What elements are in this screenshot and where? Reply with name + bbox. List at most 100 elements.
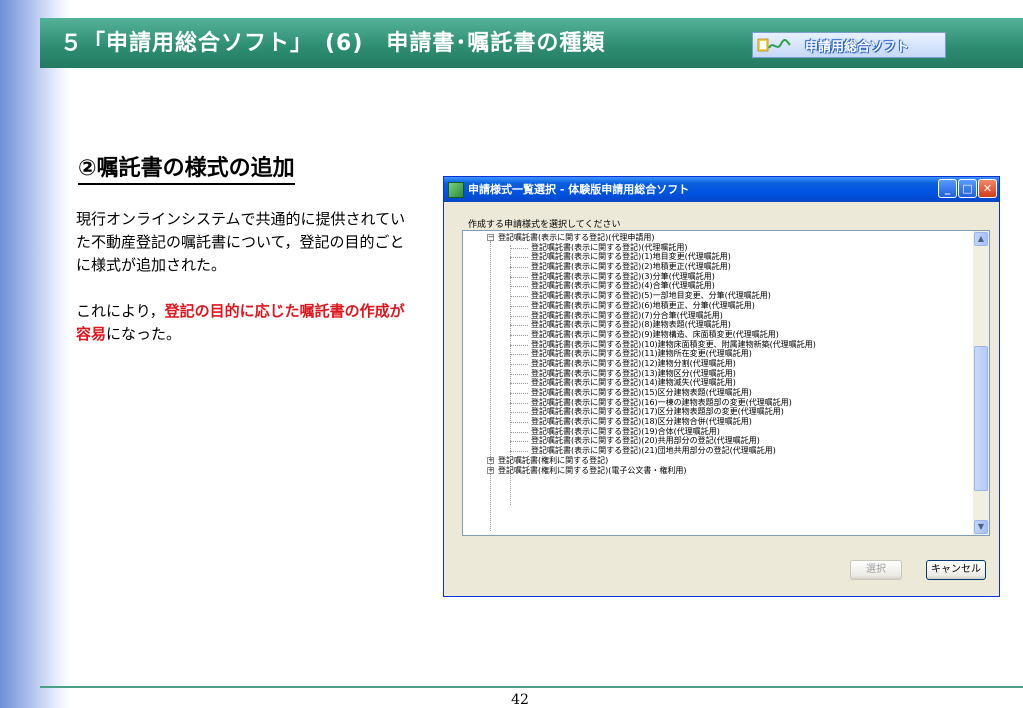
tree-item[interactable]: 登記嘱託書(表示に関する登記)(18)区分建物合併(代理嘱託用)	[463, 417, 973, 427]
scroll-thumb[interactable]	[974, 346, 988, 491]
tree-item[interactable]: 登記嘱託書(表示に関する登記)(12)建物分割(代理嘱託用)	[463, 359, 973, 369]
tree-item[interactable]: 登記嘱託書(表示に関する登記)(15)区分建物表題(代理嘱託用)	[463, 388, 973, 398]
tree-branch-line	[510, 257, 528, 259]
close-button[interactable]: ✕	[978, 179, 997, 198]
tree-branch-line	[510, 315, 528, 317]
slide-title: ５「申請用総合ソフト」 (6) 申請書･嘱託書の種類	[60, 31, 606, 56]
tree-item[interactable]: − 登記嘱託書(表示に関する登記)(代理申請用)	[463, 233, 973, 243]
form-tree-list: − 登記嘱託書(表示に関する登記)(代理申請用) 登記嘱託書(表示に関する登記)(代…	[463, 233, 973, 531]
tree-item-label: 登記嘱託書(表示に関する登記)(4)合筆(代理嘱託用)	[531, 281, 715, 291]
tree-item-label: 登記嘱託書(表示に関する登記)(16)一棟の建物表題部の変更(代理嘱託用)	[531, 397, 792, 407]
scroll-down-button[interactable]: ▼	[974, 520, 988, 534]
cancel-button[interactable]: キャンセル	[926, 560, 986, 580]
tree-item-label: 登記嘱託書(表示に関する登記)(17)区分建物表題部の変更(代理嘱託用)	[531, 407, 784, 417]
tree-branch-line	[510, 247, 528, 249]
tree-branch-line	[510, 422, 528, 424]
tree-branch-line	[510, 451, 528, 453]
tree-item-label: 登記嘱託書(表示に関する登記)(18)区分建物合併(代理嘱託用)	[531, 417, 752, 427]
tree-item[interactable]: 登記嘱託書(表示に関する登記)(19)合体(代理嘱託用)	[463, 427, 973, 437]
scroll-up-button[interactable]: ▲	[974, 232, 988, 246]
dialog-title: 申請様式一覧選択 - 体験版申請用総合ソフト	[468, 183, 690, 196]
tree-item[interactable]: 登記嘱託書(表示に関する登記)(16)一棟の建物表題部の変更(代理嘱託用)	[463, 398, 973, 408]
collapse-toggle-icon[interactable]: −	[487, 234, 494, 241]
tree-item[interactable]: 登記嘱託書(表示に関する登記)(1)地目変更(代理嘱託用)	[463, 252, 973, 262]
dialog-prompt: 作成する申請様式を選択してください	[468, 220, 621, 230]
tree-item-label: 登記嘱託書(表示に関する登記)(3)分筆(代理嘱託用)	[531, 271, 715, 281]
dialog-titlebar[interactable]: 申請様式一覧選択 - 体験版申請用総合ソフト _ □ ✕	[444, 177, 999, 202]
tree-item-label: 登記嘱託書(表示に関する登記)(5)一部地目変更、分筆(代理嘱託用)	[531, 291, 771, 301]
tree-item-label: 登記嘱託書(表示に関する登記)(8)建物表題(代理嘱託用)	[531, 320, 731, 330]
tree-item[interactable]: 登記嘱託書(表示に関する登記)(9)建物構造、床面積変更(代理嘱託用)	[463, 330, 973, 340]
logo-text: 申請用総合ソフト	[805, 40, 910, 55]
expand-toggle-icon[interactable]: +	[487, 456, 494, 464]
tree-item[interactable]: 登記嘱託書(表示に関する登記)(8)建物表題(代理嘱託用)	[463, 320, 973, 330]
tree-branch-line	[510, 354, 528, 356]
section-heading: ②嘱託書の様式の追加	[78, 150, 295, 185]
tree-item[interactable]: 登記嘱託書(表示に関する登記)(20)共用部分の登記(代理嘱託用)	[463, 436, 973, 446]
form-selection-dialog: 申請様式一覧選択 - 体験版申請用総合ソフト _ □ ✕ 作成する申請様式を選択…	[443, 176, 1000, 597]
tree-item-label: 登記嘱託書(表示に関する登記)(20)共用部分の登記(代理嘱託用)	[531, 436, 760, 446]
tree-branch-line	[510, 402, 528, 404]
app-icon	[448, 182, 464, 198]
tree-branch-line	[510, 267, 528, 269]
tree-branch-line	[510, 412, 528, 414]
maximize-button[interactable]: □	[958, 179, 977, 198]
tree-item[interactable]: 登記嘱託書(表示に関する登記)(13)建物区分(代理嘱託用)	[463, 369, 973, 379]
tree-branch-line	[510, 431, 528, 433]
tree-item-label: 登記嘱託書(表示に関する登記)(19)合体(代理嘱託用)	[531, 426, 720, 436]
tree-branch-line	[510, 325, 528, 327]
tree-item-label: 登記嘱託書(表示に関する登記)(15)区分建物表題(代理嘱託用)	[531, 388, 752, 397]
app-logo: 申請用総合ソフト	[752, 32, 946, 58]
tree-item-label: 登記嘱託書(表示に関する登記)(12)建物分割(代理嘱託用)	[531, 358, 736, 368]
tree-item[interactable]: 登記嘱託書(表示に関する登記)(4)合筆(代理嘱託用)	[463, 281, 973, 291]
tree-item[interactable]: 登記嘱託書(表示に関する登記)(2)地積更正(代理嘱託用)	[463, 262, 973, 272]
tree-item-label: 登記嘱託書(表示に関する登記)(10)建物床面積変更、附属建物新築(代理嘱託用)	[531, 339, 816, 349]
select-button[interactable]: 選択	[850, 560, 902, 580]
tree-branch-line	[510, 276, 528, 278]
tree-item-label: 登記嘱託書(表示に関する登記)(11)建物所在変更(代理嘱託用)	[531, 349, 752, 359]
tree-item[interactable]: 登記嘱託書(表示に関する登記)(3)分筆(代理嘱託用)	[463, 272, 973, 282]
tree-item-label: 登記嘱託書(表示に関する登記)(13)建物区分(代理嘱託用)	[531, 368, 736, 378]
tree-item-label: 登記嘱託書(表示に関する登記)(代理申請用)	[498, 233, 655, 242]
result-prefix: これにより，	[76, 302, 165, 320]
tree-item-label: 登記嘱託書(表示に関する登記)(14)建物滅失(代理嘱託用)	[531, 378, 736, 388]
tree-item-label: 登記嘱託書(権利に関する登記)(電子公文書・権利用)	[498, 465, 687, 475]
result-suffix: になった。	[106, 325, 182, 343]
tree-item[interactable]: + 登記嘱託書(権利に関する登記)	[463, 456, 973, 466]
tree-item[interactable]: + 登記嘱託書(権利に関する登記)(電子公文書・権利用)	[463, 466, 973, 476]
tree-item-label: 登記嘱託書(表示に関する登記)(代理嘱託用)	[531, 242, 688, 252]
tree-branch-line	[510, 334, 528, 336]
tree-branch-line	[510, 286, 528, 288]
minimize-button[interactable]: _	[938, 179, 957, 198]
tree-item[interactable]: 登記嘱託書(表示に関する登記)(5)一部地目変更、分筆(代理嘱託用)	[463, 291, 973, 301]
expand-toggle-icon[interactable]: +	[487, 466, 494, 474]
logo-wave-icon	[757, 38, 791, 52]
tree-item-label: 登記嘱託書(表示に関する登記)(7)分合筆(代理嘱託用)	[531, 310, 723, 320]
tree-branch-line	[510, 441, 528, 443]
tree-item[interactable]: 登記嘱託書(表示に関する登記)(7)分合筆(代理嘱託用)	[463, 311, 973, 321]
tree-branch-line	[510, 373, 528, 375]
tree-item[interactable]: 登記嘱託書(表示に関する登記)(10)建物床面積変更、附属建物新築(代理嘱託用)	[463, 340, 973, 350]
tree-item-label: 登記嘱託書(権利に関する登記)	[498, 455, 609, 465]
tree-item[interactable]: 登記嘱託書(表示に関する登記)(11)建物所在変更(代理嘱託用)	[463, 349, 973, 359]
tree-scrollbar[interactable]: ▲ ▼	[973, 231, 989, 535]
left-gradient-band	[0, 0, 70, 708]
tree-branch-line	[510, 305, 528, 307]
page-number: 42	[511, 692, 529, 708]
tree-item-label: 登記嘱託書(表示に関する登記)(2)地積更正(代理嘱託用)	[531, 262, 731, 272]
tree-item[interactable]: 登記嘱託書(表示に関する登記)(21)団地共用部分の登記(代理嘱託用)	[463, 446, 973, 456]
tree-item-label: 登記嘱託書(表示に関する登記)(21)団地共用部分の登記(代理嘱託用)	[531, 446, 776, 456]
tree-branch-line	[510, 363, 528, 365]
tree-item-label: 登記嘱託書(表示に関する登記)(6)地積更正、分筆(代理嘱託用)	[531, 300, 755, 310]
footer-divider	[40, 686, 1023, 688]
tree-item[interactable]: 登記嘱託書(表示に関する登記)(17)区分建物表題部の変更(代理嘱託用)	[463, 407, 973, 417]
tree-branch-line	[510, 383, 528, 385]
tree-branch-line	[510, 344, 528, 346]
tree-item-label: 登記嘱託書(表示に関する登記)(9)建物構造、床面積変更(代理嘱託用)	[531, 329, 779, 339]
result-paragraph: これにより，登記の目的に応じた嘱託書の作成が容易になった。	[76, 300, 416, 346]
tree-item[interactable]: 登記嘱託書(表示に関する登記)(代理嘱託用)	[463, 243, 973, 253]
tree-item-label: 登記嘱託書(表示に関する登記)(1)地目変更(代理嘱託用)	[531, 252, 731, 262]
tree-item[interactable]: 登記嘱託書(表示に関する登記)(6)地積更正、分筆(代理嘱託用)	[463, 301, 973, 311]
form-tree-view[interactable]: − 登記嘱託書(表示に関する登記)(代理申請用) 登記嘱託書(表示に関する登記)(代…	[462, 230, 990, 536]
tree-item[interactable]: 登記嘱託書(表示に関する登記)(14)建物滅失(代理嘱託用)	[463, 378, 973, 388]
